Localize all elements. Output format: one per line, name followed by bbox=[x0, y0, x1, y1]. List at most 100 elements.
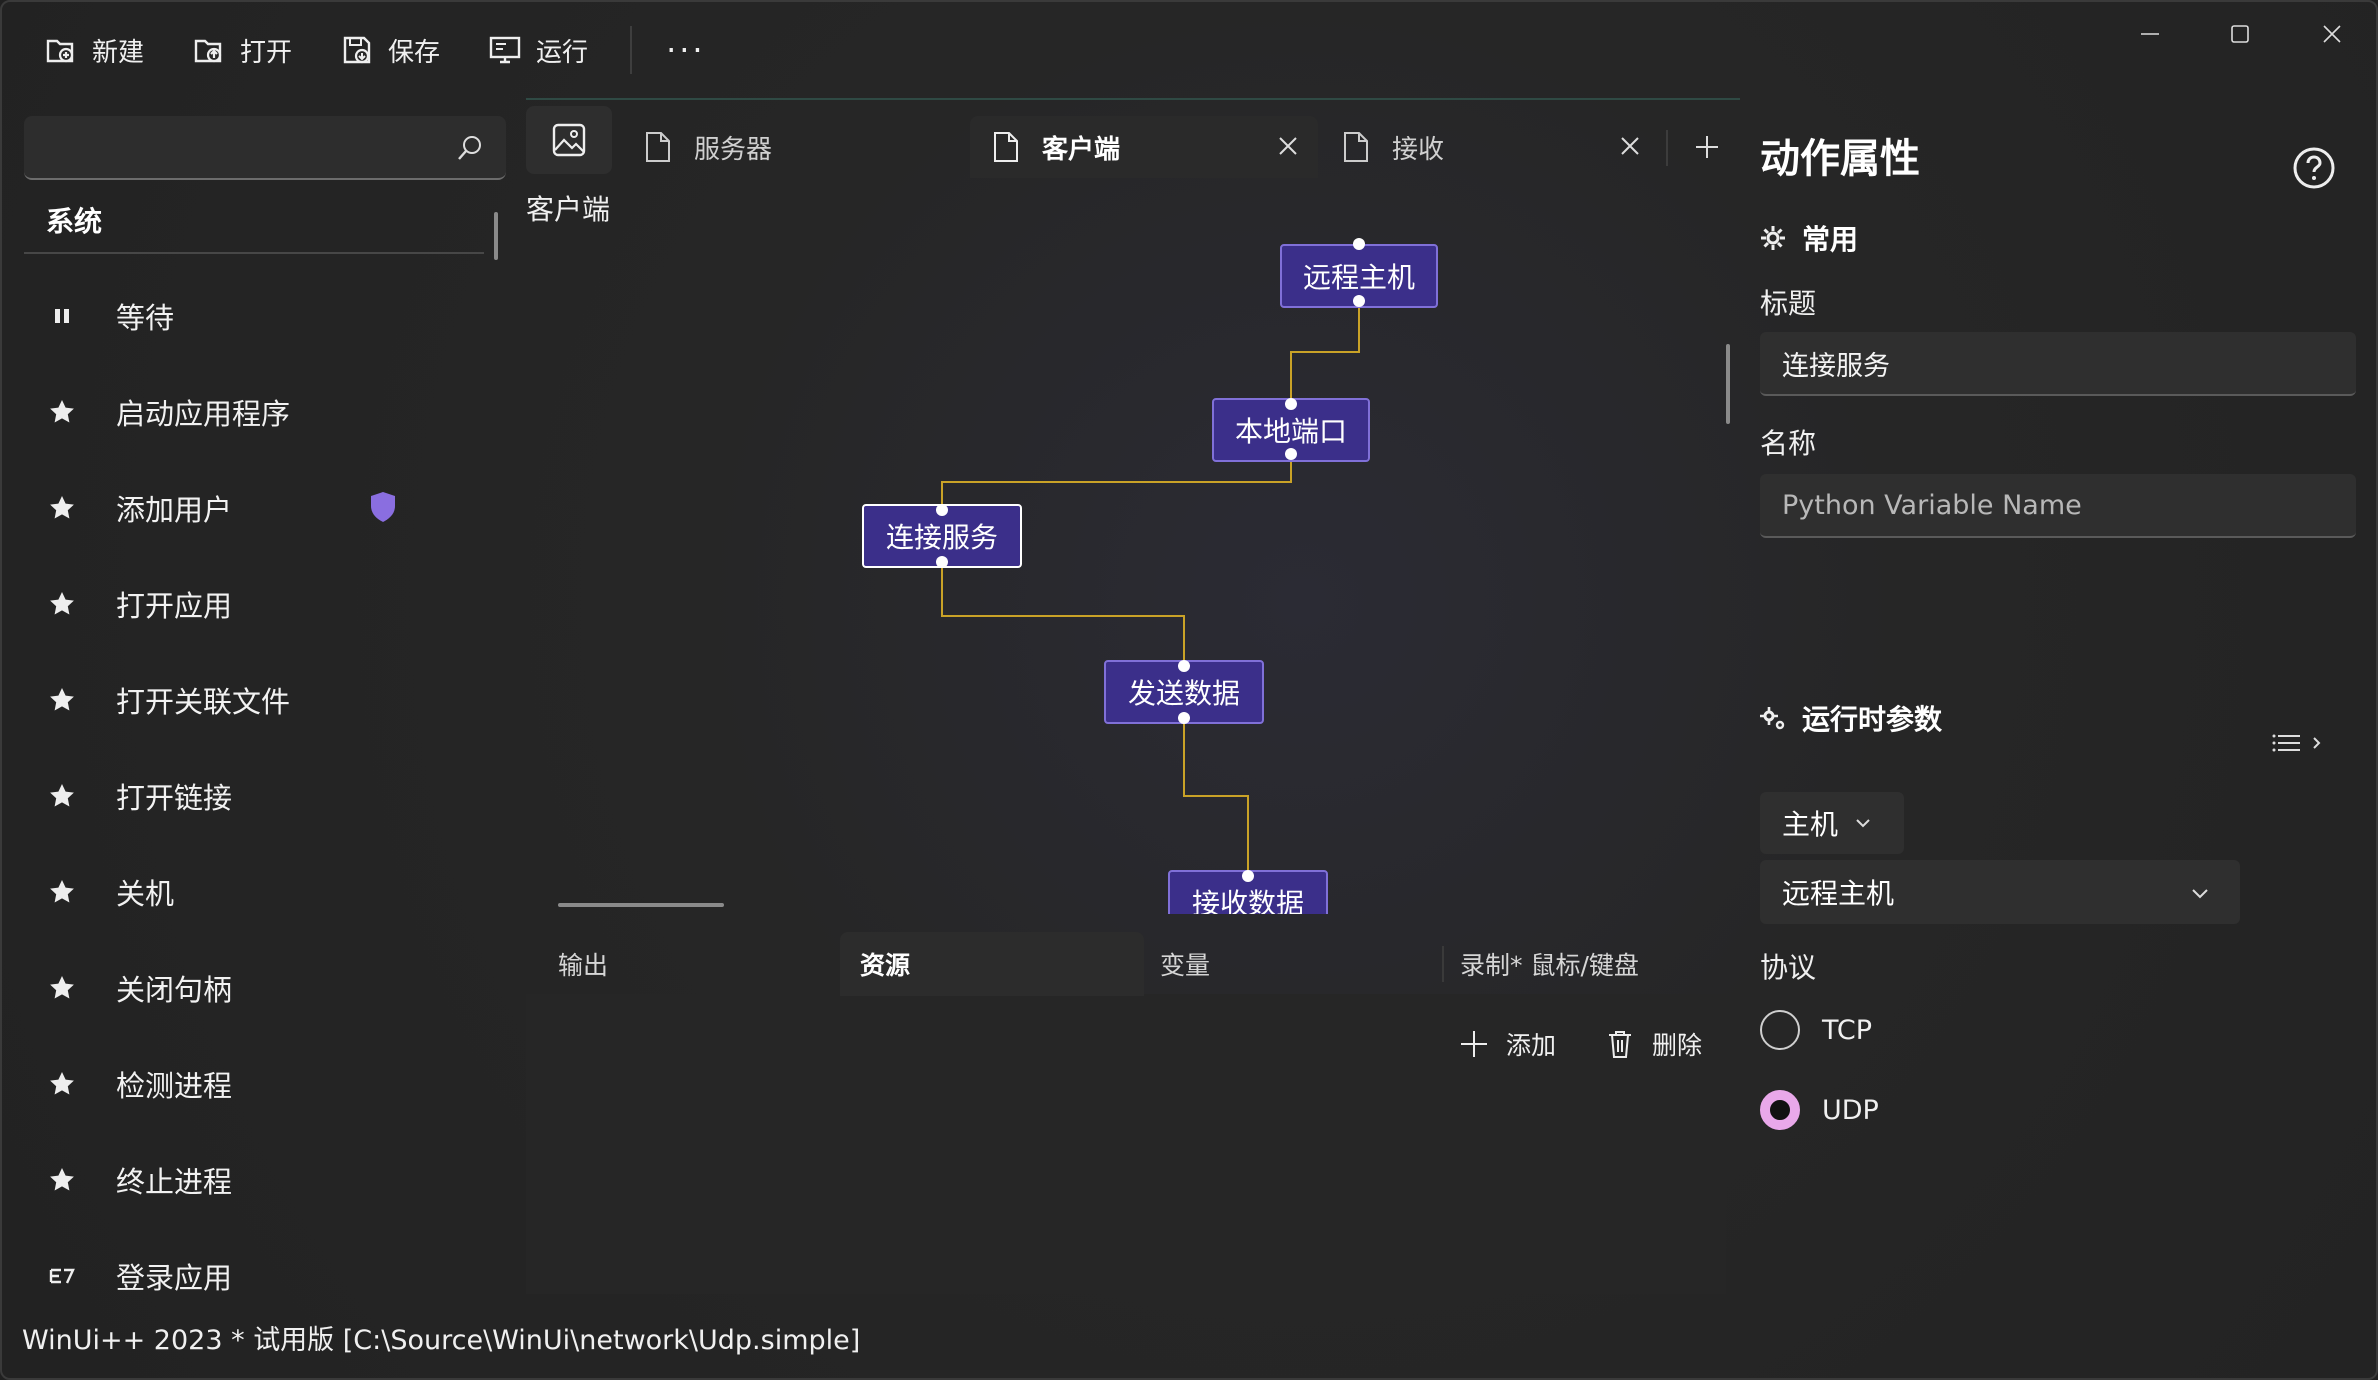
list-item[interactable]: 登录应用 bbox=[24, 1228, 484, 1324]
more-button[interactable]: ··· bbox=[652, 31, 720, 69]
minimize-button[interactable] bbox=[2104, 2, 2196, 66]
connector-line bbox=[1290, 301, 1360, 404]
sidebar-scrollbar[interactable] bbox=[494, 212, 498, 260]
node-port[interactable] bbox=[936, 556, 948, 568]
star-icon bbox=[50, 784, 74, 807]
protocol-label: 协议 bbox=[1760, 951, 1817, 984]
list-item[interactable]: 启动应用程序 bbox=[24, 364, 484, 460]
list-item[interactable]: 打开应用 bbox=[24, 556, 484, 652]
canvas-scrollbar[interactable] bbox=[1726, 344, 1730, 424]
node-port[interactable] bbox=[1178, 712, 1190, 724]
node-port[interactable] bbox=[1285, 398, 1297, 410]
add-tab-icon[interactable] bbox=[1692, 132, 1722, 162]
section-label: 常用 bbox=[1802, 223, 1859, 256]
node-port[interactable] bbox=[1178, 660, 1190, 672]
node-label: 发送数据 bbox=[1127, 677, 1240, 710]
star-icon bbox=[50, 592, 74, 615]
host-value-dropdown[interactable]: 远程主机 bbox=[1760, 860, 2240, 924]
image-view-tab[interactable] bbox=[526, 106, 612, 174]
close-window-button[interactable] bbox=[2286, 2, 2376, 66]
radio-label: TCP bbox=[1822, 1014, 1873, 1046]
chevron-down-icon bbox=[2192, 889, 2208, 899]
name-field[interactable]: Python Variable Name bbox=[1760, 474, 2356, 538]
list-item[interactable]: 等待 bbox=[24, 268, 484, 364]
save-button[interactable]: 保存 bbox=[326, 18, 454, 82]
list-item[interactable]: 添加用户 bbox=[24, 460, 484, 556]
node-label: 远程主机 bbox=[1302, 261, 1415, 294]
list-item[interactable]: 检测进程 bbox=[24, 1036, 484, 1132]
star-icon bbox=[50, 880, 74, 903]
plus-icon bbox=[1461, 1031, 1487, 1057]
run-button[interactable]: 运行 bbox=[474, 18, 602, 82]
new-button[interactable]: 新建 bbox=[30, 18, 158, 82]
host-type-dropdown[interactable]: 主机 bbox=[1760, 792, 1904, 854]
node-port[interactable] bbox=[936, 504, 948, 516]
document-icon bbox=[1344, 132, 1368, 162]
list-item-label: 添加用户 bbox=[116, 493, 233, 527]
open-button[interactable]: 打开 bbox=[178, 18, 306, 82]
list-item[interactable]: 打开关联文件 bbox=[24, 652, 484, 748]
list-item[interactable]: 关机 bbox=[24, 844, 484, 940]
new-label: 新建 bbox=[92, 37, 145, 68]
connector-line bbox=[1183, 718, 1249, 876]
protocol-radio-udp[interactable]: UDP bbox=[1760, 1090, 1879, 1130]
node-port[interactable] bbox=[1285, 448, 1297, 460]
close-icon[interactable] bbox=[1276, 134, 1300, 158]
node-label: 本地端口 bbox=[1234, 415, 1347, 448]
node-port[interactable] bbox=[1242, 870, 1254, 882]
node-label: 连接服务 bbox=[885, 521, 998, 554]
close-icon bbox=[2323, 25, 2341, 43]
list-item[interactable]: 打开链接 bbox=[24, 748, 484, 844]
radio-circle[interactable] bbox=[1760, 1010, 1800, 1050]
tab-resources[interactable]: 资源 bbox=[840, 932, 1144, 996]
radio-circle-selected[interactable] bbox=[1760, 1090, 1800, 1130]
tab-client[interactable]: 客户端 bbox=[970, 116, 1318, 178]
tab-divider bbox=[1442, 946, 1444, 982]
node-port[interactable] bbox=[1353, 295, 1365, 307]
properties-title: 动作属性 bbox=[1760, 136, 1920, 182]
flow-canvas[interactable]: 远程主机 本地端口 连接服务 发送数据 接收数据 bbox=[526, 232, 1726, 914]
list-item-label: 启动应用程序 bbox=[116, 397, 291, 431]
star-icon bbox=[50, 976, 74, 999]
delete-button[interactable]: 删除 bbox=[1604, 1026, 1702, 1062]
document-icon bbox=[646, 132, 670, 162]
star-icon bbox=[50, 1072, 74, 1095]
tab-divider bbox=[1666, 130, 1668, 166]
close-icon[interactable] bbox=[1618, 134, 1642, 158]
section-label: 运行时参数 bbox=[1802, 703, 1943, 736]
run-monitor-icon bbox=[489, 36, 521, 64]
search-input[interactable] bbox=[24, 116, 506, 178]
help-icon[interactable] bbox=[2292, 146, 2336, 190]
tab-server[interactable]: 服务器 bbox=[632, 116, 932, 178]
name-field-label: 名称 bbox=[1760, 427, 1817, 460]
maximize-icon bbox=[2231, 25, 2249, 43]
panel-resize-handle[interactable] bbox=[558, 903, 724, 907]
list-item-label: 关闭句柄 bbox=[116, 973, 233, 1007]
list-item-label: 等待 bbox=[116, 301, 175, 335]
minimize-icon bbox=[2141, 33, 2159, 35]
dropdown-value: 远程主机 bbox=[1782, 877, 1895, 910]
document-title: 客户端 bbox=[526, 193, 611, 226]
list-item[interactable]: 终止进程 bbox=[24, 1132, 484, 1228]
list-icon[interactable] bbox=[2270, 728, 2330, 758]
delete-label: 删除 bbox=[1652, 1031, 1703, 1060]
maximize-button[interactable] bbox=[2194, 2, 2286, 66]
list-item-label: 检测进程 bbox=[116, 1069, 233, 1103]
tab-variables[interactable]: 变量 bbox=[1160, 932, 1210, 996]
document-icon bbox=[994, 132, 1018, 162]
node-port[interactable] bbox=[1353, 238, 1365, 250]
save-label: 保存 bbox=[388, 37, 441, 68]
node-label: 接收数据 bbox=[1191, 887, 1304, 914]
list-item[interactable]: 关闭句柄 bbox=[24, 940, 484, 1036]
title-field[interactable]: 连接服务 bbox=[1760, 332, 2356, 396]
protocol-radio-tcp[interactable]: TCP bbox=[1760, 1010, 1872, 1050]
star-icon bbox=[50, 1168, 74, 1191]
tab-output[interactable]: 输出 bbox=[558, 932, 608, 996]
category-header[interactable]: 系统 bbox=[24, 188, 484, 254]
add-button[interactable]: 添加 bbox=[1458, 1026, 1556, 1062]
tab-receive[interactable]: 接收 bbox=[1320, 116, 1660, 178]
connector-line bbox=[941, 454, 1292, 510]
tab-recording[interactable]: 录制* 鼠标/键盘 bbox=[1460, 932, 1639, 996]
search-box[interactable] bbox=[24, 116, 506, 180]
toolbar-divider bbox=[630, 26, 633, 74]
